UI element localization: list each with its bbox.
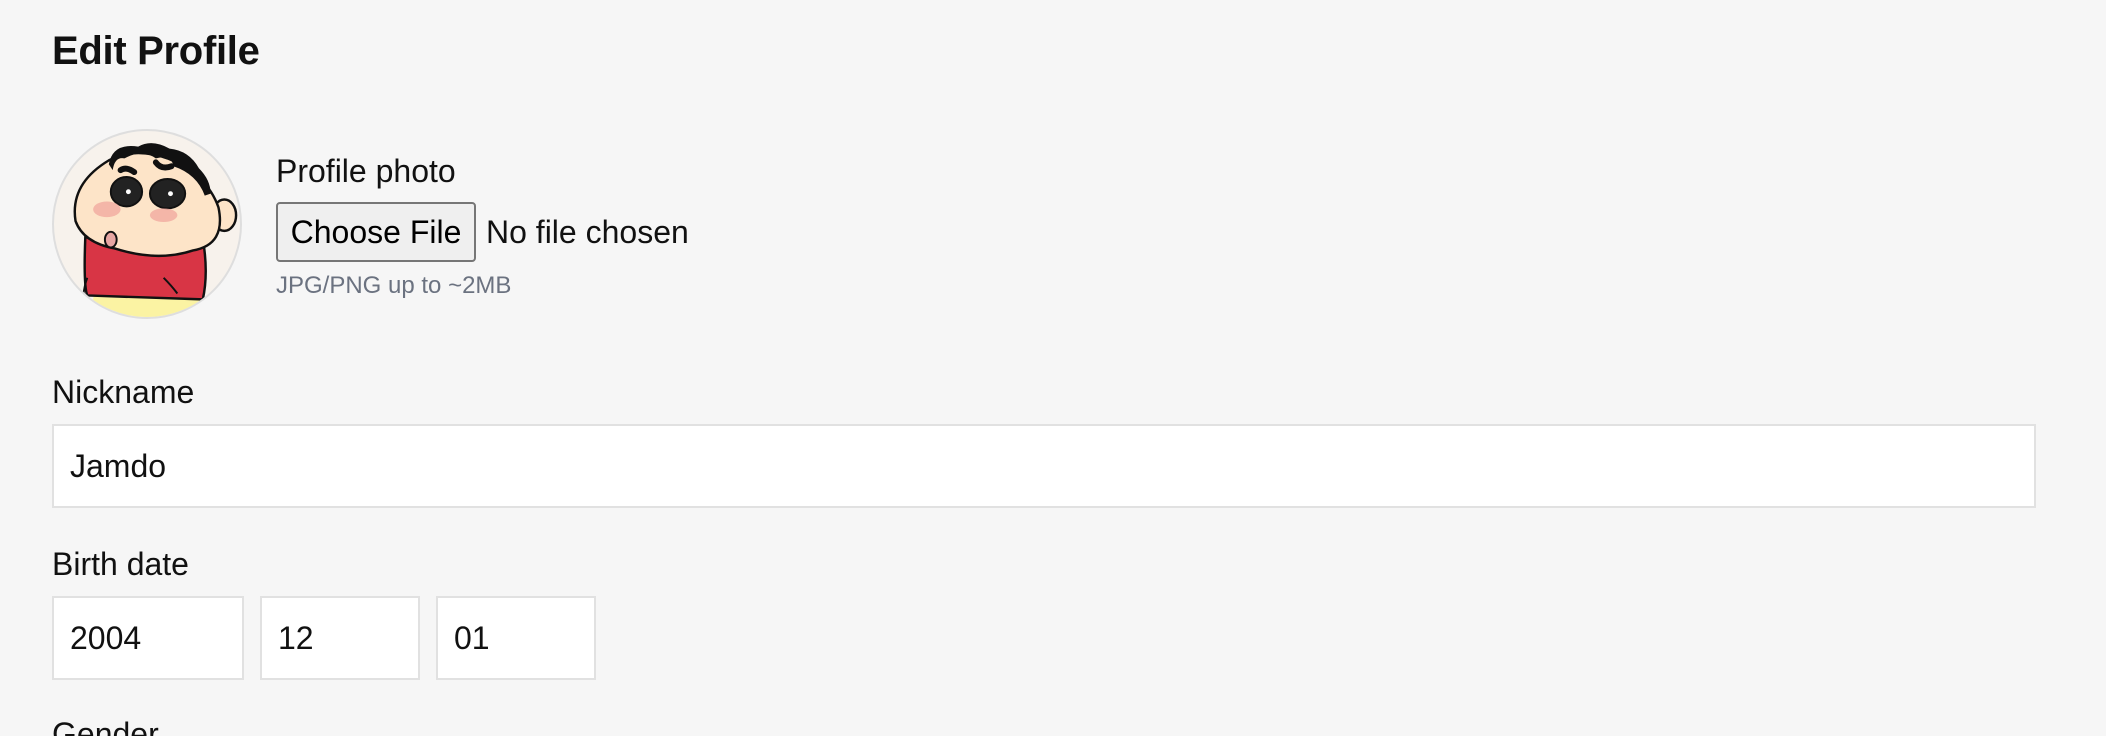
edit-profile-page: Edit Profile Profile photo Choose File N… <box>0 0 2106 736</box>
birth-date-label: Birth date <box>52 546 189 582</box>
birth-year-input[interactable] <box>52 596 244 680</box>
file-status-text: No file chosen <box>486 214 689 250</box>
nickname-label: Nickname <box>52 374 195 410</box>
choose-file-button[interactable]: Choose File <box>276 202 476 262</box>
birth-month-input[interactable] <box>260 596 420 680</box>
cartoon-avatar-icon <box>73 143 238 317</box>
birth-day-input[interactable] <box>436 596 596 680</box>
photo-hint: JPG/PNG up to ~2MB <box>276 272 512 299</box>
nickname-input[interactable] <box>52 424 2036 508</box>
profile-photo-label: Profile photo <box>276 153 456 189</box>
page-title: Edit Profile <box>52 29 260 73</box>
gender-label: Gender <box>52 716 159 736</box>
profile-avatar <box>52 129 242 319</box>
